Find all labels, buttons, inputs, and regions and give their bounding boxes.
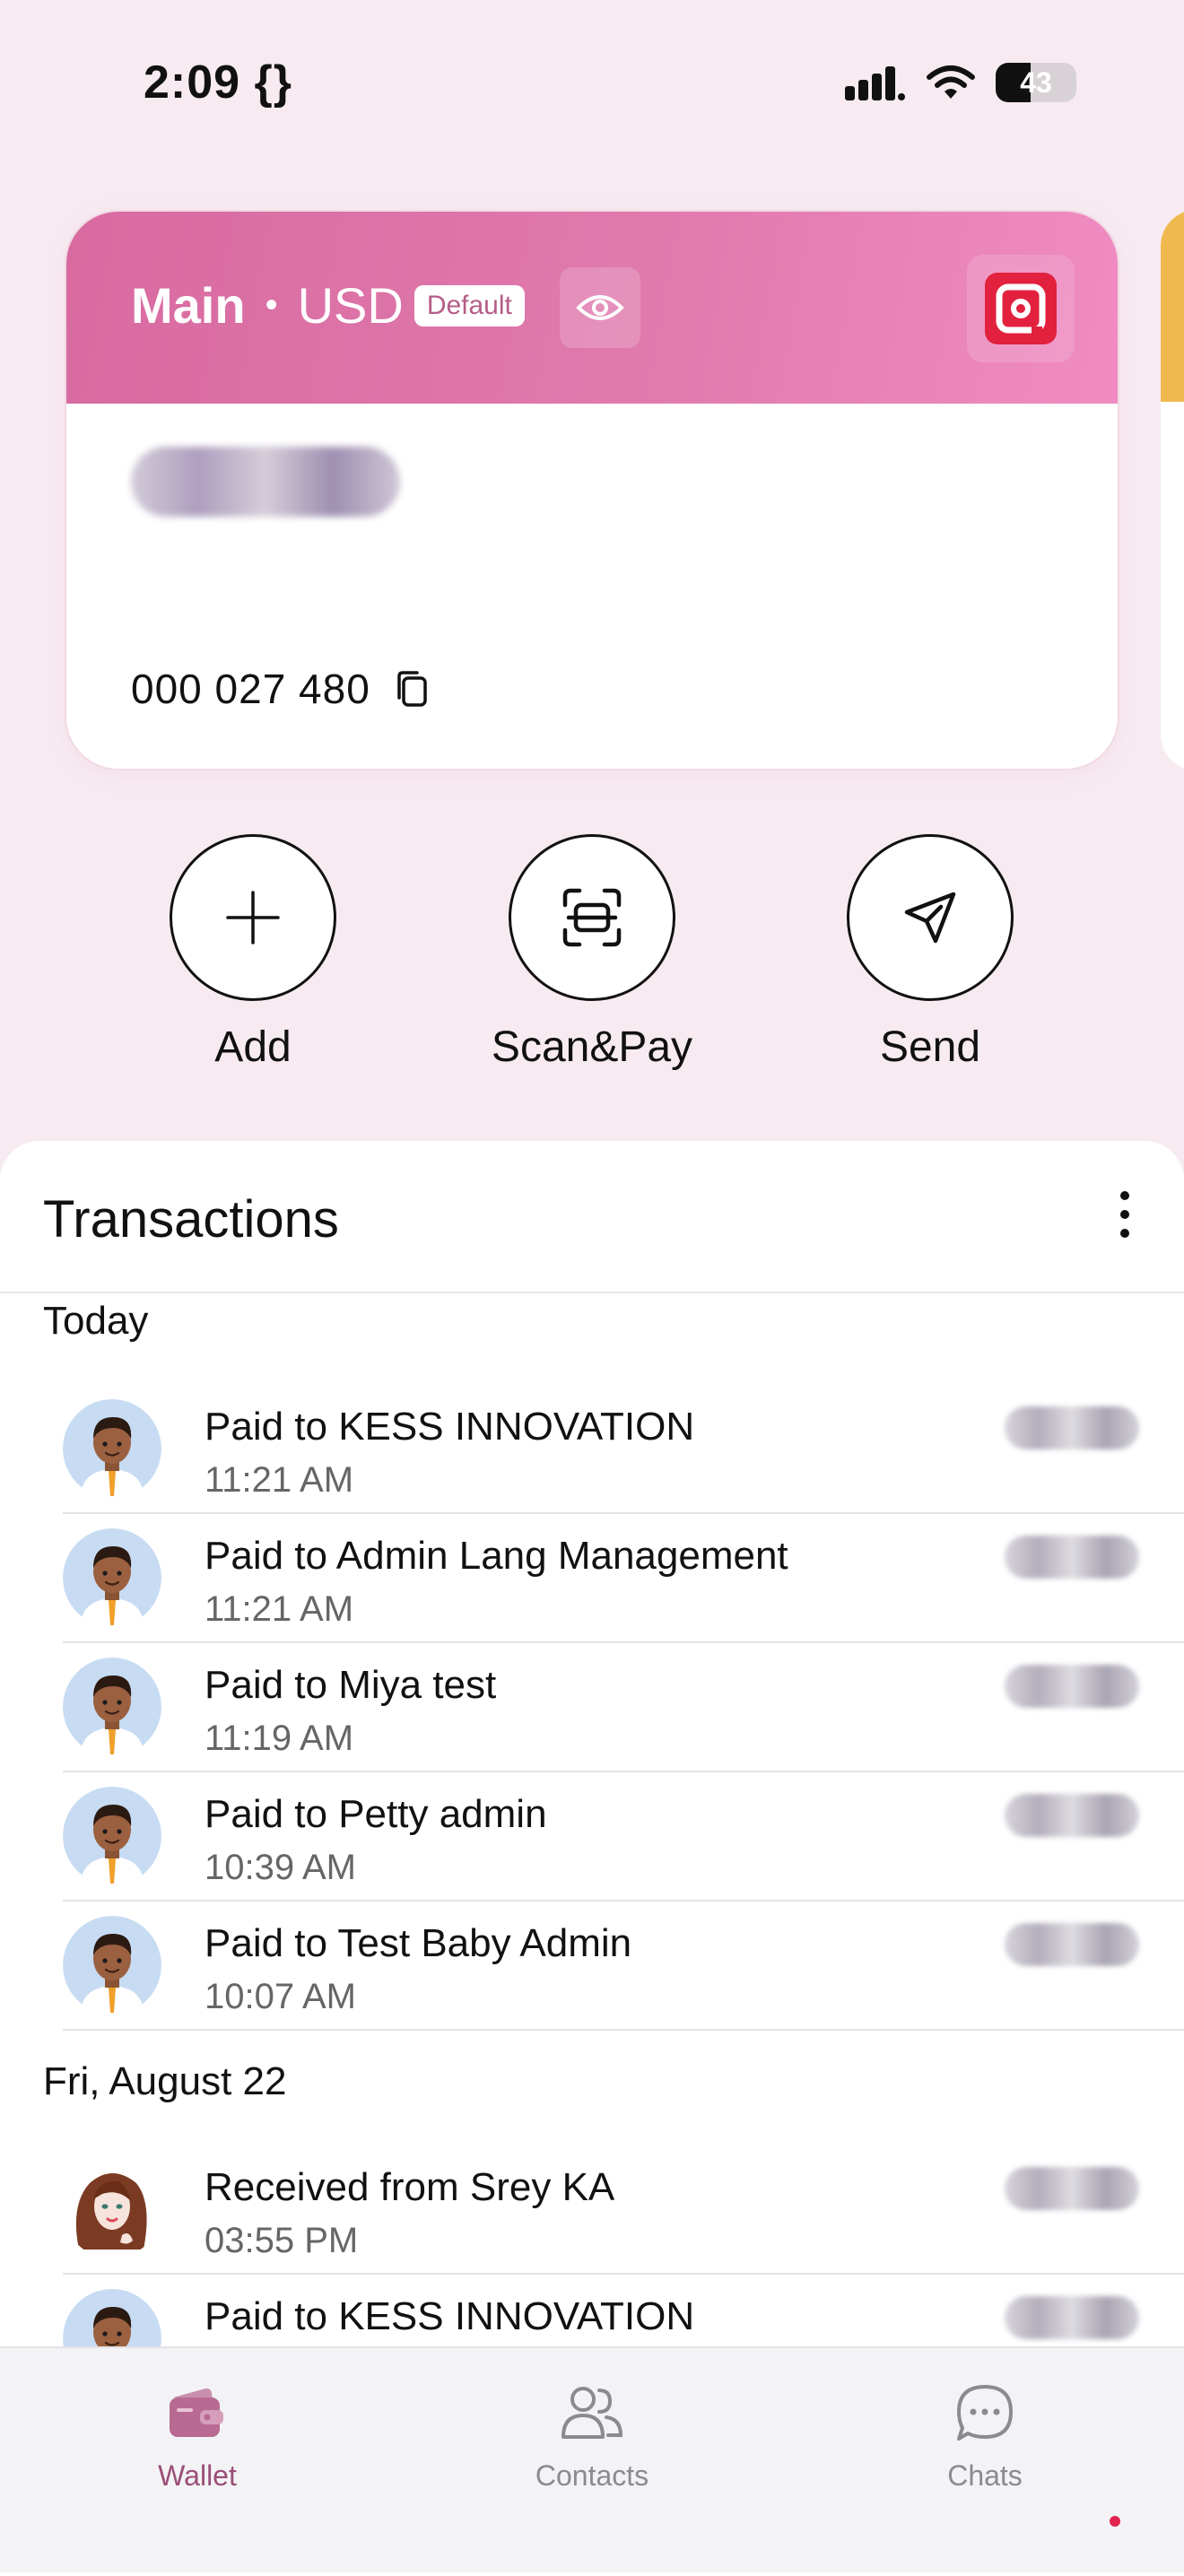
bottom-navigation: Wallet Contacts Chats — [0, 2346, 1184, 2572]
next-card-peek[interactable] — [1161, 210, 1184, 770]
female-avatar — [63, 2160, 161, 2258]
scan-icon — [562, 888, 622, 947]
account-name: Main — [131, 277, 246, 334]
cellular-signal-icon — [845, 66, 905, 100]
transaction-time: 11:19 AM — [205, 1719, 354, 1758]
next-card-header — [1161, 210, 1184, 402]
status-icons: 43 — [845, 63, 1076, 102]
transaction-name: Received from Srey KA — [205, 2165, 615, 2209]
send-button[interactable]: Send — [814, 834, 1047, 1072]
transaction-time: 11:21 AM — [205, 1589, 354, 1629]
status-bar: 2:09 {} 43 — [0, 0, 1184, 170]
plus-icon — [226, 891, 280, 944]
hidden-amount — [1005, 1794, 1139, 1837]
transaction-row[interactable]: Paid to KESS INNOVATION 11:21 AM — [0, 1385, 1184, 1514]
nav-wallet-label: Wallet — [158, 2459, 237, 2492]
account-number-row: 000 027 480 — [131, 665, 430, 713]
scan-pay-button-circle[interactable] — [509, 834, 675, 1001]
wifi-icon — [927, 65, 975, 99]
account-number: 000 027 480 — [131, 666, 370, 712]
transaction-name: Paid to Petty admin — [205, 1792, 547, 1836]
wallet-icon — [170, 2388, 223, 2437]
hidden-balance — [131, 447, 400, 517]
transactions-title: Transactions — [43, 1190, 339, 1249]
transaction-time: 11:21 AM — [205, 1460, 354, 1500]
add-button[interactable]: Add — [136, 834, 370, 1072]
nav-contacts[interactable]: Contacts — [484, 2373, 700, 2493]
transaction-name: Paid to KESS INNOVATION — [205, 1405, 695, 1449]
hidden-amount — [1005, 1665, 1139, 1708]
hidden-amount — [1005, 2167, 1139, 2210]
male-avatar — [63, 1916, 161, 2015]
transactions-header: Transactions — [0, 1141, 1184, 1293]
hidden-amount — [1005, 2296, 1139, 2339]
nav-contacts-label: Contacts — [535, 2459, 649, 2492]
transaction-row[interactable]: Paid to Miya test 11:19 AM — [0, 1643, 1184, 1772]
title-separator: • — [265, 285, 278, 325]
transaction-row[interactable]: Paid to Test Baby Admin 10:07 AM — [0, 1902, 1184, 2031]
battery-indicator: 43 — [996, 63, 1076, 102]
default-badge: Default — [414, 284, 525, 326]
transaction-time: 03:55 PM — [205, 2221, 359, 2260]
add-button-circle[interactable] — [170, 834, 336, 1001]
hidden-amount — [1005, 1923, 1139, 1966]
transaction-time: 10:07 AM — [205, 1977, 357, 2016]
transaction-name: Paid to Admin Lang Management — [205, 1534, 788, 1578]
male-avatar — [63, 1399, 161, 1498]
add-label: Add — [214, 1023, 292, 1071]
more-options-icon[interactable] — [1116, 1191, 1134, 1238]
send-icon — [904, 892, 956, 944]
row-divider — [63, 2029, 1184, 2031]
transaction-name: Paid to KESS INNOVATION — [205, 2294, 695, 2338]
nav-wallet[interactable]: Wallet — [90, 2373, 305, 2493]
send-label: Send — [879, 1023, 981, 1071]
transaction-row[interactable]: Paid to Petty admin 10:39 AM — [0, 1772, 1184, 1902]
eye-icon — [576, 295, 624, 320]
account-card[interactable]: Main • USD Default 000 027 480 — [65, 210, 1119, 770]
status-time: 2:09 {} — [144, 57, 292, 109]
account-title: Main • USD Default — [131, 276, 525, 335]
scan-pay-label: Scan&Pay — [491, 1023, 693, 1071]
hidden-amount — [1005, 1536, 1139, 1579]
hidden-amount — [1005, 1406, 1139, 1449]
transaction-time: 10:39 AM — [205, 1848, 357, 1887]
send-button-circle[interactable] — [847, 834, 1014, 1001]
transaction-name: Paid to Miya test — [205, 1663, 497, 1707]
nav-chats[interactable]: Chats — [877, 2373, 1093, 2493]
notification-dot — [1110, 2516, 1120, 2527]
transaction-row[interactable]: Paid to Admin Lang Management 11:21 AM — [0, 1514, 1184, 1643]
transaction-group-label: Today — [43, 1299, 149, 1343]
account-currency: USD — [297, 277, 404, 334]
male-avatar — [63, 1528, 161, 1627]
male-avatar — [63, 1787, 161, 1885]
copy-icon[interactable] — [394, 669, 430, 709]
brand-logo-button[interactable] — [967, 255, 1075, 362]
brand-logo-icon — [985, 273, 1057, 344]
contacts-icon — [562, 2387, 623, 2439]
transaction-group-label: Fri, August 22 — [43, 2059, 287, 2103]
male-avatar — [63, 1658, 161, 1756]
nav-chats-label: Chats — [947, 2459, 1023, 2492]
battery-percent: 43 — [1020, 65, 1052, 99]
transaction-row[interactable]: Received from Srey KA 03:55 PM — [0, 2145, 1184, 2275]
account-card-header: Main • USD Default — [66, 212, 1118, 404]
transaction-name: Paid to Test Baby Admin — [205, 1921, 632, 1965]
toggle-balance-button[interactable] — [560, 267, 640, 348]
chats-icon — [957, 2385, 1013, 2441]
scan-pay-button[interactable]: Scan&Pay — [475, 834, 709, 1072]
